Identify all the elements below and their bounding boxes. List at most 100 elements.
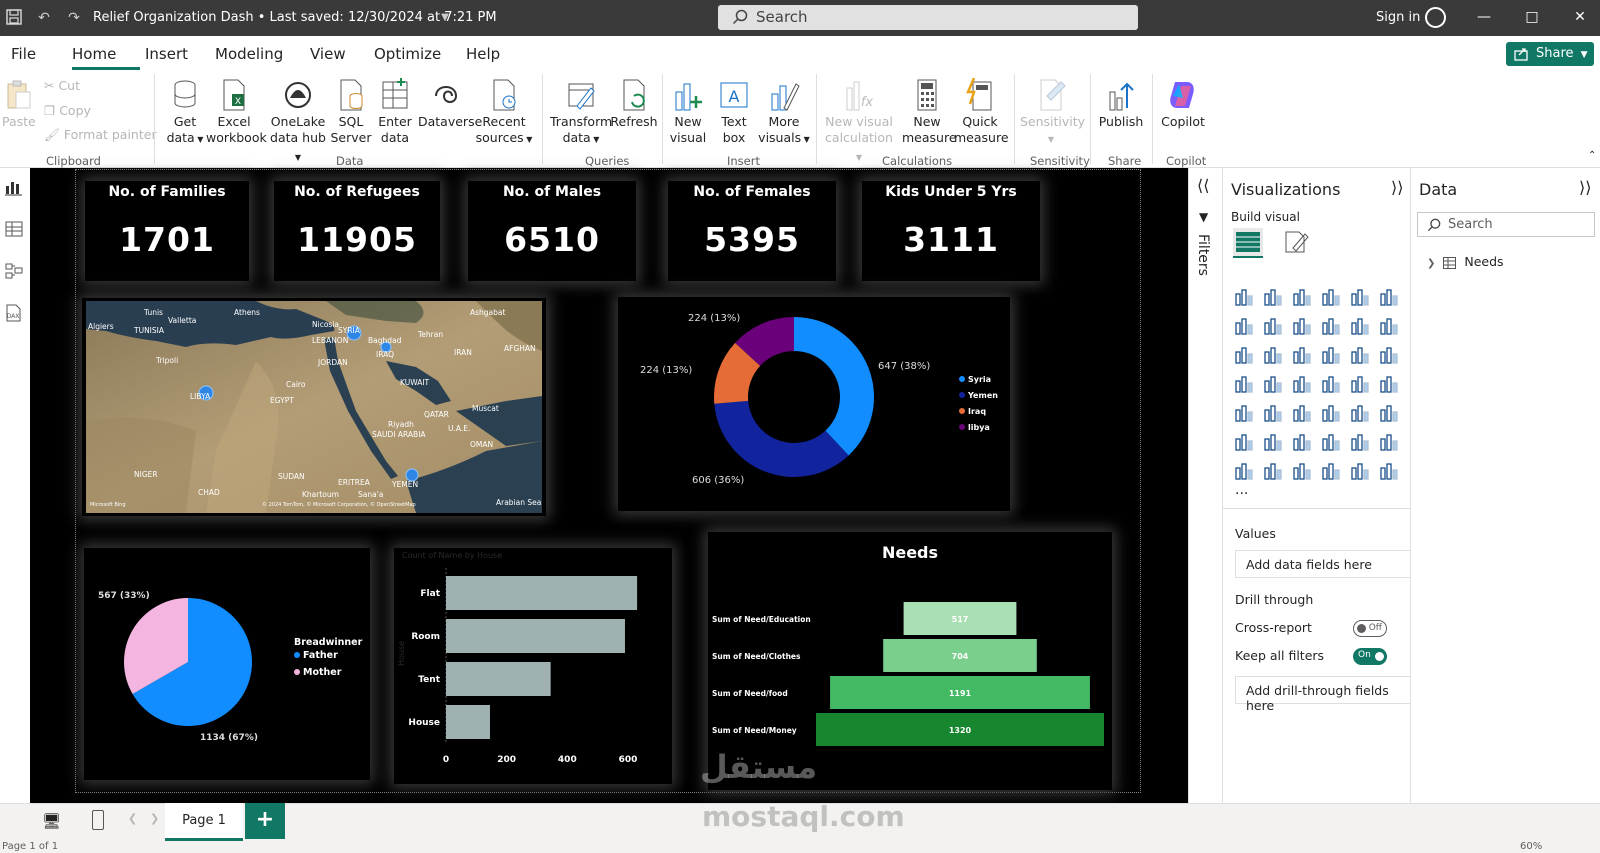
decomposition-tree-visual-icon[interactable] <box>1291 431 1313 453</box>
matrix-visual-icon[interactable] <box>1349 402 1371 424</box>
kpi-card-families[interactable]: No. of Families 1701 <box>85 181 249 281</box>
area-visual-icon[interactable] <box>1262 315 1284 337</box>
line-clustered-visual-icon[interactable] <box>1378 315 1400 337</box>
kpi-visual-icon[interactable] <box>1262 402 1284 424</box>
clustered-column-visual-icon[interactable] <box>1320 286 1342 308</box>
power-automate-visual-icon[interactable] <box>1291 460 1313 482</box>
copilot-button[interactable]: Copilot <box>1158 78 1208 130</box>
donut-visual-icon[interactable] <box>1378 344 1400 366</box>
sign-in-link[interactable]: Sign in <box>1376 10 1420 25</box>
waterfall-visual-icon[interactable] <box>1262 344 1284 366</box>
recent-sources-button[interactable]: Recent sources ▼ <box>474 78 534 148</box>
build-visual-tab[interactable] <box>1233 228 1263 258</box>
table-view-icon[interactable] <box>4 220 24 238</box>
100-bar-visual-icon[interactable] <box>1349 286 1371 308</box>
menu-optimize[interactable]: Optimize <box>374 45 441 63</box>
desktop-view-icon[interactable]: 🖥 <box>42 812 61 830</box>
dataverse-button[interactable]: Dataverse <box>418 78 482 130</box>
add-page-button[interactable]: + <box>245 803 285 839</box>
chevron-down-icon[interactable]: ▼ <box>435 8 455 28</box>
mobile-view-icon[interactable] <box>92 810 104 830</box>
maximize-icon[interactable]: □ <box>1522 9 1542 25</box>
bar-chart-visual[interactable]: Count of Name by House House Flat Room Tent H… <box>394 548 672 784</box>
minimize-icon[interactable]: — <box>1474 9 1494 25</box>
kpi-card-females[interactable]: No. of Females 5395 <box>668 181 836 281</box>
100-area-visual-icon[interactable] <box>1320 315 1342 337</box>
bar-flat[interactable] <box>446 576 638 610</box>
gauge-visual-icon[interactable] <box>1349 373 1371 395</box>
format-painter-button[interactable]: 🖌 Format painter <box>44 127 157 143</box>
collapse-icon[interactable]: ⟨⟨ <box>1197 176 1209 195</box>
keep-filters-toggle[interactable]: On <box>1353 648 1387 665</box>
share-button[interactable]: Share ▼ <box>1506 42 1594 66</box>
menu-help[interactable]: Help <box>466 45 500 63</box>
onelake-button[interactable]: OneLake data hub ▼ <box>266 78 330 166</box>
menu-insert[interactable]: Insert <box>145 45 188 63</box>
card-visual-icon[interactable] <box>1378 373 1400 395</box>
metrics-visual-icon[interactable] <box>1320 460 1342 482</box>
new-visual-calculation-button[interactable]: fx New visual calculation ▼ <box>822 78 896 166</box>
expand-icon[interactable]: ⟩⟩ <box>1391 178 1403 197</box>
model-view-icon[interactable] <box>4 262 24 280</box>
add-drill-through-well[interactable]: Add drill-through fields here <box>1235 676 1411 713</box>
refresh-button[interactable]: Refresh <box>610 78 658 130</box>
donut-slice-syria[interactable] <box>794 317 874 456</box>
power-apps-visual-icon[interactable] <box>1262 460 1284 482</box>
pie-chart-visual[interactable]: 1134 (67%) 567 (33%) Breadwinner Father Moth… <box>84 548 370 780</box>
kpi-card-kids[interactable]: Kids Under 5 Yrs 3111 <box>862 181 1040 281</box>
new-visual-button[interactable]: New visual <box>668 78 708 146</box>
data-search-input[interactable]: Search <box>1417 212 1595 237</box>
clustered-bar-visual-icon[interactable] <box>1291 286 1313 308</box>
pie-visual-icon[interactable] <box>1349 344 1371 366</box>
goals-visual-icon[interactable] <box>1378 431 1400 453</box>
next-page-icon[interactable]: ❯ <box>150 812 159 825</box>
multi-row-card-visual-icon[interactable] <box>1233 402 1255 424</box>
scatter-visual-icon[interactable] <box>1320 344 1342 366</box>
donut-chart-visual[interactable]: 647 (38%) 606 (36%) 224 (13%) 224 (13%) Syri… <box>618 297 1010 511</box>
bar-tent[interactable] <box>446 662 551 696</box>
table-visual-icon[interactable] <box>1320 402 1342 424</box>
r-visual-visual-icon[interactable] <box>1378 402 1400 424</box>
menu-file[interactable]: File <box>11 45 36 63</box>
chevron-visual-icon[interactable] <box>1378 460 1400 482</box>
azure-map-visual-icon[interactable] <box>1320 373 1342 395</box>
get-data-button[interactable]: Get data ▼ <box>162 78 208 148</box>
excel-workbook-button[interactable]: X Excel workbook <box>206 78 267 146</box>
treemap-visual-icon[interactable] <box>1233 373 1255 395</box>
line-visual-icon[interactable] <box>1233 315 1255 337</box>
dax-query-view-icon[interactable]: DAX <box>4 304 24 322</box>
expand-icon[interactable]: ⟩⟩ <box>1579 178 1591 197</box>
fabric-visual-icon[interactable] <box>1349 460 1371 482</box>
menu-home[interactable]: Home <box>72 45 116 63</box>
ribbon-visual-icon[interactable] <box>1233 344 1255 366</box>
map-visual-icon[interactable] <box>1262 373 1284 395</box>
cross-report-toggle[interactable]: Off <box>1353 620 1387 637</box>
bar-room[interactable] <box>446 619 625 653</box>
redo-icon[interactable]: ↷ <box>64 8 84 28</box>
paginated-visual-icon[interactable] <box>1233 460 1255 482</box>
paste-button[interactable]: Paste <box>2 78 36 130</box>
stacked-column-visual-icon[interactable] <box>1262 286 1284 308</box>
new-measure-button[interactable]: New measure <box>902 78 957 146</box>
qa-visual-icon[interactable] <box>1320 431 1342 453</box>
sql-server-button[interactable]: SQL Server <box>330 78 372 146</box>
cut-button[interactable]: ✂ Cut <box>44 78 80 93</box>
add-data-well[interactable]: Add data fields here <box>1235 550 1411 578</box>
enter-data-button[interactable]: Enter data <box>374 78 416 146</box>
more-visuals-ellipsis[interactable]: ... <box>1235 482 1248 498</box>
narrative-visual-icon[interactable] <box>1349 431 1371 453</box>
format-visual-tab[interactable] <box>1281 228 1311 258</box>
text-box-button[interactable]: A Text box <box>714 78 754 146</box>
menu-view[interactable]: View <box>310 45 346 63</box>
search-input[interactable]: Search <box>718 5 1138 30</box>
table-needs[interactable]: ❯ Needs <box>1427 254 1504 269</box>
kpi-card-males[interactable]: No. of Males 6510 <box>468 181 636 281</box>
line-column-visual-icon[interactable] <box>1349 315 1371 337</box>
close-icon[interactable]: ✕ <box>1570 9 1590 25</box>
bar-house[interactable] <box>446 705 490 739</box>
donut-slice-yemen[interactable] <box>714 400 849 477</box>
copy-button[interactable]: ❐ Copy <box>44 103 91 118</box>
publish-button[interactable]: Publish <box>1096 78 1146 130</box>
key-influencers-visual-icon[interactable] <box>1262 431 1284 453</box>
quick-measure-button[interactable]: Quick measure <box>954 78 1009 146</box>
